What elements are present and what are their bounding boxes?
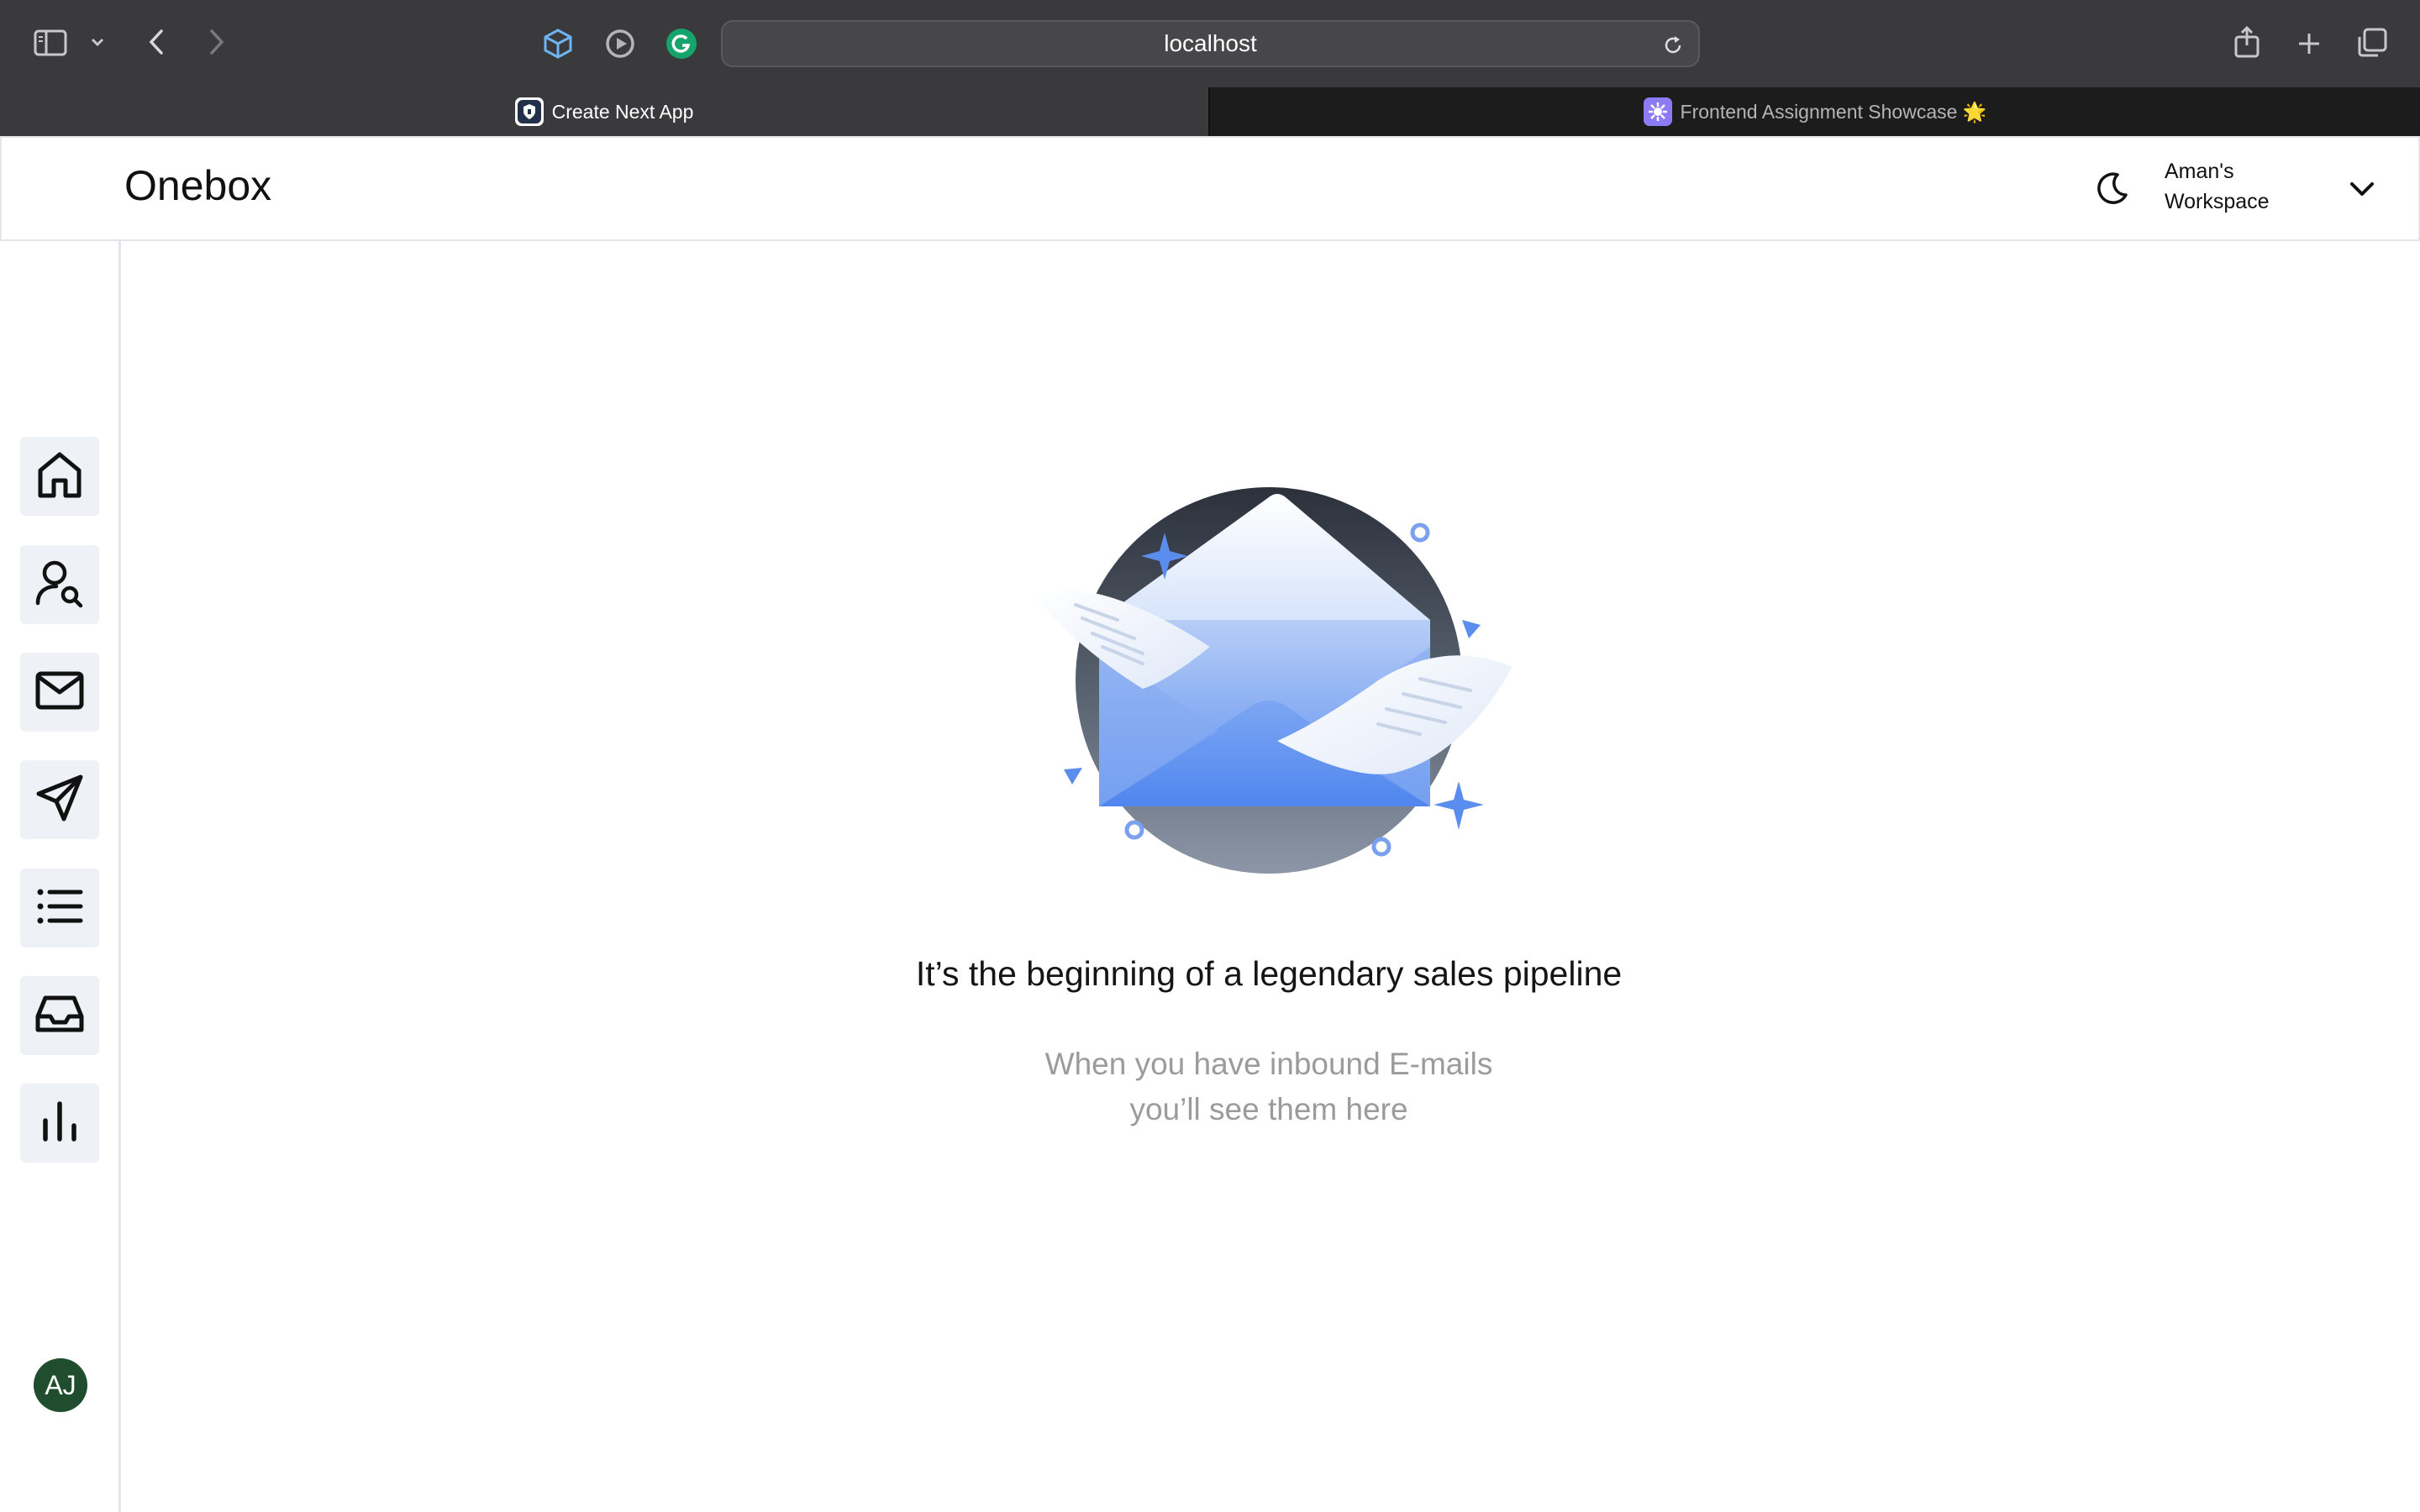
browser-toolbar: localhost [0, 0, 2420, 87]
tab-bar: Create Next App Frontend Assignment Show… [0, 87, 2420, 136]
tab-frontend-showcase[interactable]: Frontend Assignment Showcase 🌟 [1210, 87, 2420, 136]
new-tab-icon[interactable] [2292, 27, 2326, 60]
open-envelope-illustration [1025, 479, 1529, 882]
record-extension-icon[interactable] [602, 27, 639, 60]
home-icon [34, 449, 86, 505]
chevron-down-icon[interactable] [87, 32, 108, 52]
moon-icon[interactable] [2092, 170, 2131, 208]
tab-title: Create Next App [551, 100, 694, 123]
sidebar-item-home[interactable] [20, 437, 99, 516]
app-header: Onebox Aman's Workspace [0, 136, 2420, 241]
sidebar-item-user-search[interactable] [20, 545, 99, 624]
sidebar-item-list[interactable] [20, 869, 99, 948]
bar-chart-icon [34, 1095, 86, 1152]
list-icon [34, 880, 86, 937]
share-icon[interactable] [2230, 24, 2264, 60]
sidebar-item-analytics[interactable] [20, 1084, 99, 1163]
inbox-tray-icon [34, 988, 86, 1044]
chevron-down-icon[interactable] [2348, 175, 2376, 203]
send-icon [34, 772, 86, 828]
mail-icon [34, 664, 86, 721]
brand-title: Onebox [124, 162, 272, 209]
user-search-icon [33, 556, 87, 614]
shield-favicon-icon [514, 97, 544, 126]
url-text: localhost [1164, 30, 1257, 56]
tab-title: Frontend Assignment Showcase 🌟 [1680, 100, 1987, 123]
sidebar-item-inbox[interactable] [20, 976, 99, 1055]
empty-state-subtext-line: When you have inbound E-mails [1044, 1047, 1493, 1081]
sidebar-toggle-icon[interactable] [32, 27, 69, 59]
address-bar[interactable]: localhost [721, 20, 1700, 67]
tab-create-next-app[interactable]: Create Next App [0, 87, 1208, 136]
empty-state-subtext: When you have inbound E-mails you’ll see… [924, 1042, 1613, 1132]
cube-extension-icon[interactable] [539, 27, 576, 60]
empty-state-subtext-line: you’ll see them here [1129, 1092, 1408, 1126]
sidebar-item-send[interactable] [20, 760, 99, 839]
sparkle-favicon-icon [1643, 97, 1672, 126]
sidebar: AJ [0, 241, 121, 1512]
avatar[interactable]: AJ [34, 1358, 87, 1412]
grammarly-icon[interactable] [664, 27, 699, 60]
forward-icon[interactable] [202, 25, 232, 59]
back-icon[interactable] [141, 25, 171, 59]
tab-overview-icon[interactable] [2354, 25, 2390, 60]
sidebar-item-mail[interactable] [20, 653, 99, 732]
empty-state-headline: It’s the beginning of a legendary sales … [915, 954, 1623, 993]
workspace-name[interactable]: Aman's Workspace [2165, 156, 2291, 217]
reload-icon[interactable] [1660, 32, 1686, 59]
